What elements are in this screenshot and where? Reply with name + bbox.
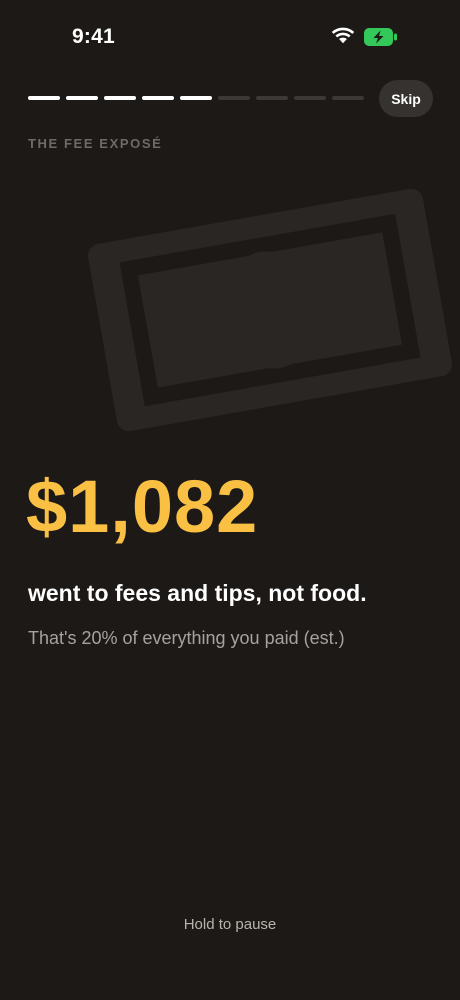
progress-segment [66,96,98,100]
fee-amount: $1,082 [26,465,259,548]
progress-segment [180,96,212,100]
progress-segment [28,96,60,100]
story-eyebrow: THE FEE EXPOSÉ [28,136,163,151]
story-headline: went to fees and tips, not food. [28,580,367,606]
progress-segment [218,96,250,100]
status-bar: 9:41 [0,0,460,72]
skip-button[interactable]: Skip [379,80,433,117]
progress-segment [104,96,136,100]
wifi-icon [331,27,355,44]
status-time: 9:41 [72,25,115,48]
story-subtext: That's 20% of everything you paid (est.) [28,628,345,648]
battery-charging-icon [364,28,397,46]
hold-to-pause-hint: Hold to pause [183,916,277,933]
progress-segment [256,96,288,100]
story-progress-bar [28,96,364,100]
progress-segment [332,96,364,100]
progress-segment [142,96,174,100]
progress-segment [294,96,326,100]
banknote-icon [87,188,453,432]
